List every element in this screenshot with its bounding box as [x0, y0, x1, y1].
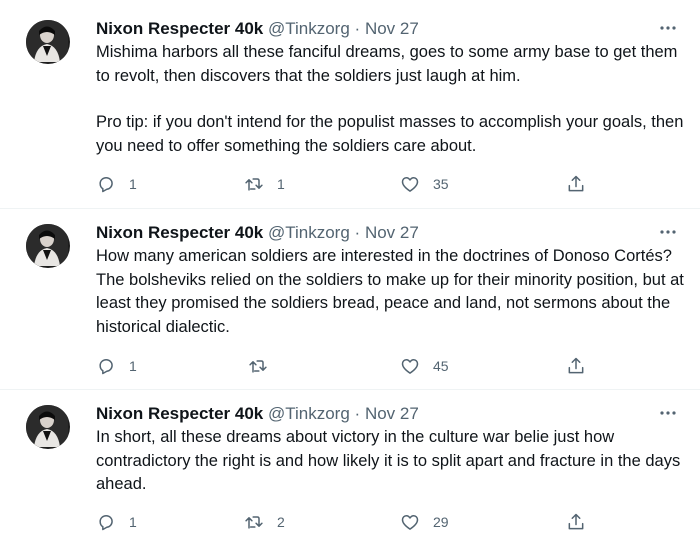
author-handle[interactable]: @Tinkzorg — [268, 19, 350, 38]
author-name[interactable]: Nixon Respecter 40k — [96, 223, 263, 242]
author-name[interactable]: Nixon Respecter 40k — [96, 19, 263, 38]
separator: · — [354, 223, 361, 242]
retweet-button[interactable]: 2 — [244, 511, 285, 533]
like-count: 35 — [433, 176, 449, 192]
divider — [0, 208, 700, 209]
tweet-paragraph: How many american soldiers are intereste… — [96, 247, 684, 336]
like-count: 45 — [433, 358, 449, 374]
retweet-count: 2 — [277, 514, 285, 530]
tweet-date[interactable]: Nov 27 — [365, 19, 419, 38]
more-options-icon[interactable] — [658, 224, 678, 240]
reply-count: 1 — [129, 358, 137, 374]
retweet-icon — [244, 512, 264, 532]
tweet[interactable]: Nixon Respecter 40k @Tinkzorg · Nov 27 I… — [0, 403, 700, 546]
share-icon — [566, 174, 586, 194]
tweet[interactable]: Nixon Respecter 40k @Tinkzorg · Nov 27 H… — [0, 222, 700, 392]
tweet-text: Mishima harbors all these fanciful dream… — [96, 41, 686, 158]
separator: · — [354, 404, 361, 423]
retweet-icon — [248, 356, 268, 376]
author-name[interactable]: Nixon Respecter 40k — [96, 404, 263, 423]
separator: · — [354, 19, 361, 38]
tweet[interactable]: Nixon Respecter 40k @Tinkzorg · Nov 27 M… — [0, 18, 700, 208]
like-count: 29 — [433, 514, 449, 530]
tweet-paragraph: Mishima harbors all these fanciful dream… — [96, 43, 678, 85]
heart-icon — [400, 174, 420, 194]
retweet-icon — [244, 174, 264, 194]
tweet-text: In short, all these dreams about victory… — [96, 426, 686, 497]
reply-count: 1 — [129, 514, 137, 530]
reply-button[interactable]: 1 — [96, 355, 137, 377]
avatar[interactable] — [26, 405, 70, 449]
tweet-date[interactable]: Nov 27 — [365, 223, 419, 242]
share-button[interactable] — [566, 173, 586, 195]
reply-button[interactable]: 1 — [96, 511, 137, 533]
reply-icon — [96, 356, 116, 376]
share-icon — [566, 512, 586, 532]
like-button[interactable]: 35 — [400, 173, 449, 195]
retweet-button[interactable]: 1 — [244, 173, 285, 195]
heart-icon — [400, 512, 420, 532]
tweet-header: Nixon Respecter 40k @Tinkzorg · Nov 27 — [96, 18, 419, 40]
author-handle[interactable]: @Tinkzorg — [268, 223, 350, 242]
more-options-icon[interactable] — [658, 405, 678, 421]
retweet-count: 1 — [277, 176, 285, 192]
reply-count: 1 — [129, 176, 137, 192]
tweet-header: Nixon Respecter 40k @Tinkzorg · Nov 27 — [96, 403, 419, 425]
share-button[interactable] — [566, 511, 586, 533]
divider — [0, 389, 700, 390]
share-icon — [566, 356, 586, 376]
author-handle[interactable]: @Tinkzorg — [268, 404, 350, 423]
retweet-button[interactable] — [248, 355, 281, 377]
share-button[interactable] — [566, 355, 586, 377]
tweet-text: How many american soldiers are intereste… — [96, 245, 686, 339]
more-options-icon[interactable] — [658, 20, 678, 36]
tweet-date[interactable]: Nov 27 — [365, 404, 419, 423]
reply-icon — [96, 512, 116, 532]
tweet-header: Nixon Respecter 40k @Tinkzorg · Nov 27 — [96, 222, 419, 244]
tweet-paragraph: In short, all these dreams about victory… — [96, 428, 681, 493]
heart-icon — [400, 356, 420, 376]
like-button[interactable]: 29 — [400, 511, 449, 533]
like-button[interactable]: 45 — [400, 355, 449, 377]
avatar[interactable] — [26, 224, 70, 268]
tweet-paragraph: Pro tip: if you don't intend for the pop… — [96, 113, 684, 155]
reply-icon — [96, 174, 116, 194]
reply-button[interactable]: 1 — [96, 173, 137, 195]
avatar[interactable] — [26, 20, 70, 64]
